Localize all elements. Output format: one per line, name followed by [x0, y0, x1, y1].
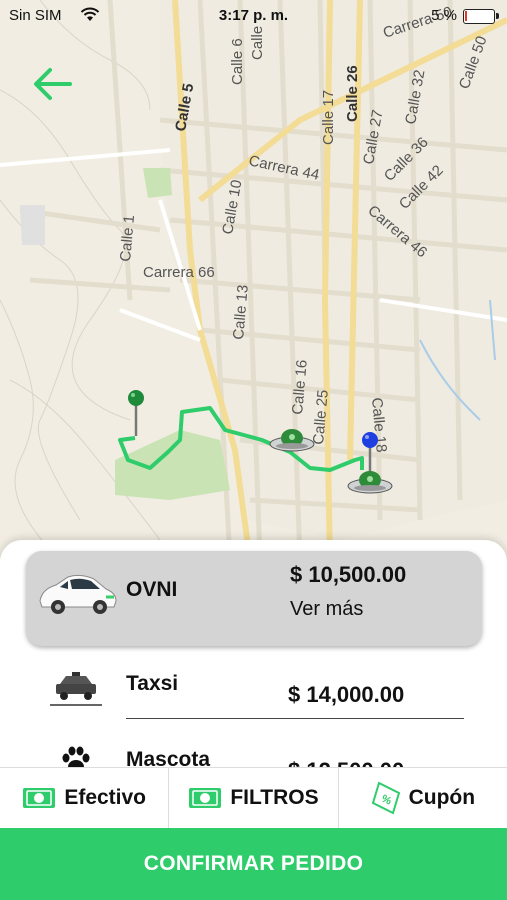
service-option-taxsi[interactable]: Taxsi $ 14,000.00: [0, 660, 507, 722]
see-more-link[interactable]: Ver más: [290, 598, 363, 621]
taxi-icon: [50, 672, 102, 706]
service-price: $ 10,500.00: [290, 562, 407, 587]
street-label: Calle: [249, 26, 266, 60]
car-icon: [39, 574, 117, 614]
coupon-ticket-icon: %: [371, 781, 400, 815]
origin-pin-icon[interactable]: [128, 390, 144, 436]
status-bar: Sin SIM 3:17 p. m. 5 %: [0, 0, 507, 30]
street-label: Calle 26: [344, 65, 361, 122]
cash-icon: [23, 788, 56, 808]
service-price: $ 14,000.00: [288, 682, 405, 707]
filters-button[interactable]: FILTROS: [169, 768, 339, 828]
back-button[interactable]: [30, 62, 78, 106]
cash-payment-button[interactable]: Efectivo: [0, 768, 170, 828]
street-label: Carrera 66: [143, 264, 215, 281]
street-label: Calle 1: [117, 214, 138, 262]
street-label: Calle 17: [320, 90, 337, 145]
battery-percent: 5 %: [431, 7, 457, 24]
cash-label: Efectivo: [64, 786, 147, 809]
confirm-label: CONFIRMAR PEDIDO: [143, 852, 364, 875]
battery-icon: [463, 9, 499, 24]
payment-bar: Efectivo FILTROS % Cupón: [0, 767, 507, 828]
service-name: Taxsi: [126, 672, 179, 695]
confirm-order-button[interactable]: CONFIRMAR PEDIDO: [0, 828, 507, 900]
street-label: Calle 6: [229, 38, 246, 85]
divider: [126, 718, 464, 719]
arrow-left-icon: [34, 68, 72, 100]
svg-text:%: %: [379, 793, 393, 808]
service-name: OVNI: [126, 578, 178, 601]
service-option-ovni[interactable]: OVNI $ 10,500.00 Ver más: [26, 551, 482, 646]
coupon-button[interactable]: % Cupón: [339, 768, 507, 828]
cash-icon: [189, 788, 222, 808]
coupon-label: Cupón: [408, 786, 476, 809]
filters-label: FILTROS: [230, 786, 319, 809]
